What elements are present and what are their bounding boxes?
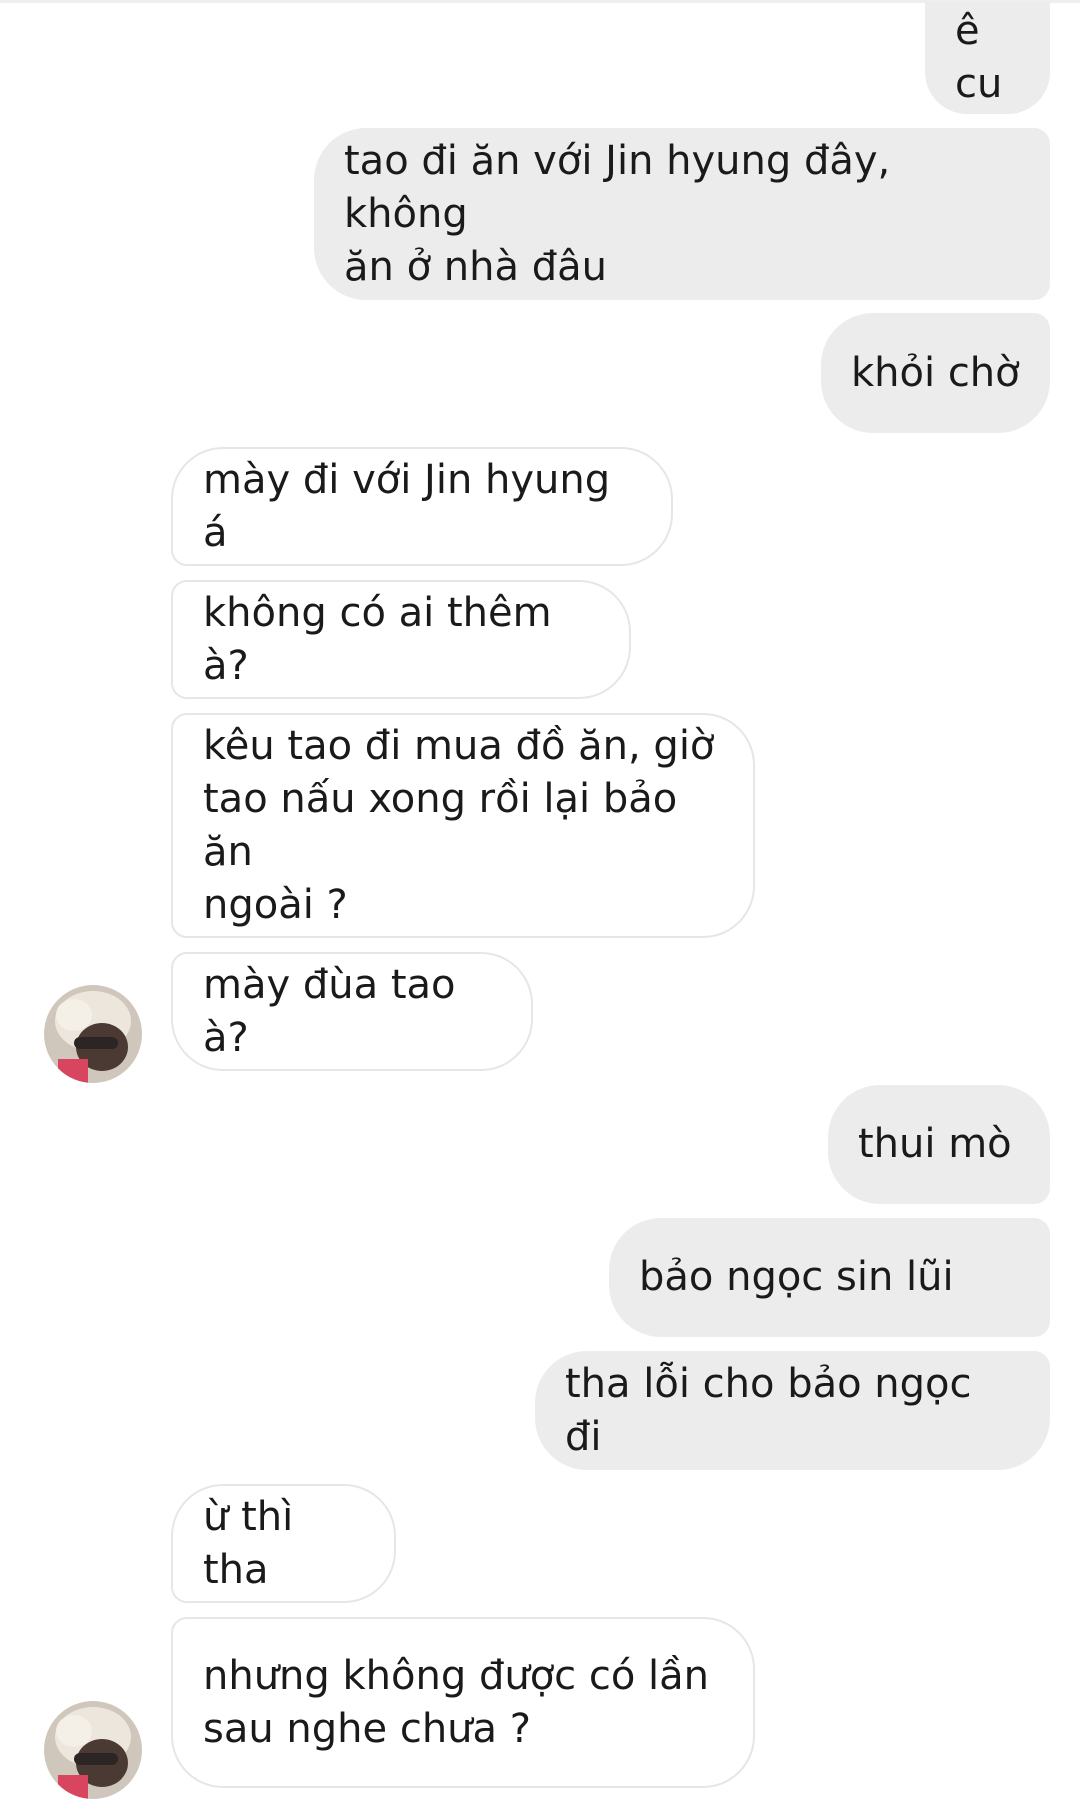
message-bubble-incoming[interactable]: kêu tao đi mua đồ ăn, giờ tao nấu xong r… <box>171 713 755 938</box>
message-bubble-outgoing[interactable]: thui mò <box>828 1085 1050 1204</box>
message-bubble-outgoing[interactable]: khỏi chờ <box>821 313 1050 433</box>
message-bubble-incoming[interactable]: ừ thì tha <box>171 1484 396 1603</box>
message-text: khỏi chờ <box>851 349 1020 396</box>
contact-avatar[interactable] <box>44 1701 142 1799</box>
message-bubble-incoming[interactable]: không có ai thêm à? <box>171 580 631 699</box>
message-text: thui mò <box>858 1121 1012 1167</box>
message-bubble-incoming[interactable]: nhưng không được có lần sau nghe chưa ? <box>171 1617 755 1788</box>
message-text: tha lỗi cho bảo ngọc đi <box>565 1360 985 1460</box>
avatar-image <box>44 1701 142 1799</box>
pleading-face-emoji <box>968 1253 1018 1408</box>
message-text: kêu tao đi mua đồ ăn, giờ tao nấu xong r… <box>203 722 715 928</box>
message-text: mày đùa tao à? <box>203 961 469 1061</box>
message-bubble-incoming[interactable]: mày đi với Jin hyung á <box>171 447 673 566</box>
message-bubble-outgoing[interactable]: tha lỗi cho bảo ngọc đi <box>535 1351 1050 1470</box>
message-text: không có ai thêm à? <box>203 589 565 689</box>
message-text: bảo ngọc sin lũi <box>639 1254 954 1300</box>
message-text: ê cu <box>955 8 1003 107</box>
message-text: tao đi ăn với Jin hyung đây, không ăn ở … <box>344 137 891 290</box>
message-bubble-outgoing[interactable]: ê cu <box>925 2 1050 114</box>
avatar-image <box>44 985 142 1083</box>
message-bubble-outgoing[interactable]: tao đi ăn với Jin hyung đây, không ăn ở … <box>314 128 1050 300</box>
message-text: ừ thì tha <box>203 1493 306 1593</box>
message-text: mày đi với Jin hyung á <box>203 456 623 556</box>
message-text: nhưng không được có lần sau nghe chưa ? <box>203 1652 710 1752</box>
message-bubble-incoming[interactable]: mày đùa tao à? <box>171 952 533 1071</box>
message-bubble-outgoing[interactable]: bảo ngọc sin lũi <box>609 1218 1050 1408</box>
contact-avatar[interactable] <box>44 985 142 1083</box>
top-divider <box>0 0 1080 3</box>
